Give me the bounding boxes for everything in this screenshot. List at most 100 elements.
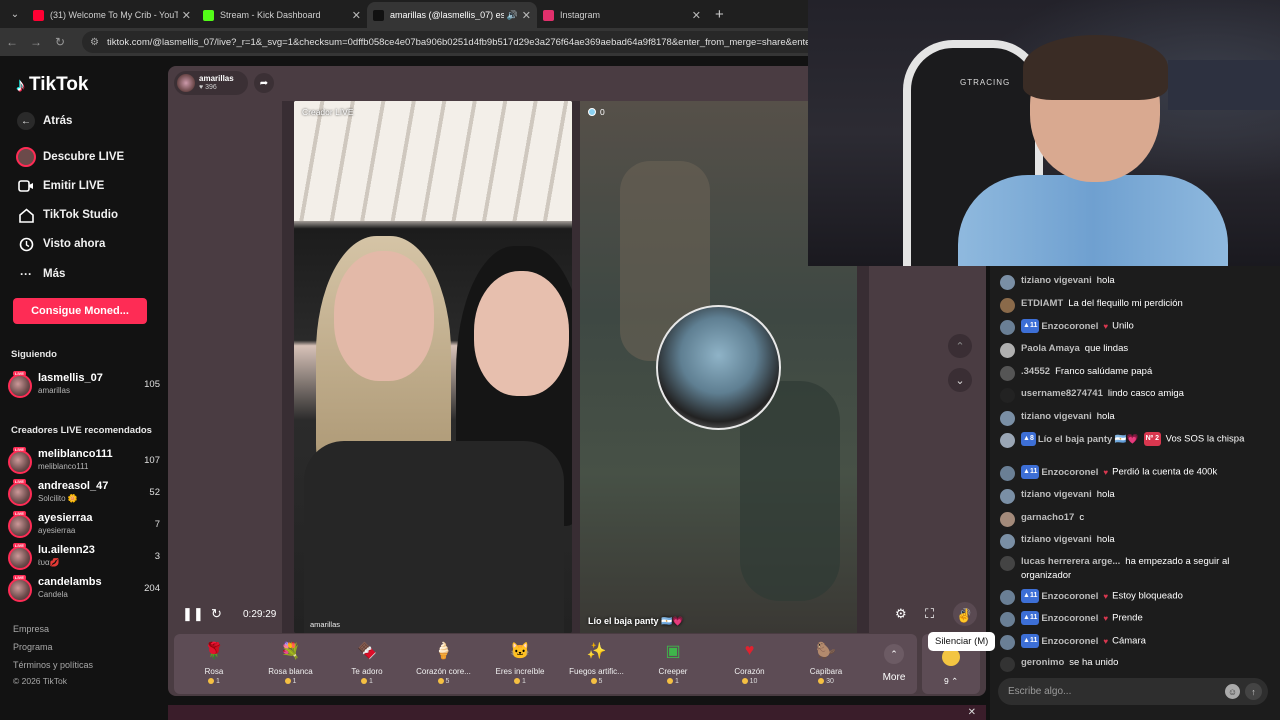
gift-item[interactable]: 🦫 Capibara 30 [788, 640, 864, 685]
nav-descubre-live[interactable]: Descubre LIVE [16, 147, 124, 167]
recommended-creator[interactable]: LIVE ayesierraa ayesierraa 7 [8, 511, 160, 542]
back-arrow-icon[interactable]: ← [0, 35, 24, 49]
chevron-down-icon[interactable]: ⌄ [948, 368, 972, 392]
close-icon[interactable]: ✕ [968, 707, 976, 718]
chat-input[interactable]: Escribe algo... ☺ ↑ [998, 678, 1268, 705]
gift-item[interactable]: 🍫 Te adoro 1 [329, 640, 405, 685]
back-link[interactable]: ← Atrás [16, 111, 72, 131]
chat-username[interactable]: Lío el baja panty 🇦🇷💗 [1038, 434, 1139, 445]
chat-username[interactable]: tiziano vigevani [1021, 534, 1092, 545]
avatar[interactable] [1000, 466, 1015, 481]
gift-item[interactable]: ✨ Fuegos artific... 5 [559, 640, 635, 685]
gift-item[interactable]: ▣ Creeper 1 [635, 640, 711, 685]
avatar[interactable] [1000, 489, 1015, 504]
nav-mas[interactable]: ··· Más [16, 264, 65, 284]
chat-username[interactable]: Paola Amaya [1021, 343, 1080, 354]
following-item[interactable]: LIVE lasmellis_07 amarillas 105 [8, 371, 160, 402]
avatar[interactable] [1000, 556, 1015, 571]
chat-username[interactable]: Enzocoronel [1041, 613, 1098, 624]
fullscreen-icon[interactable]: ⛶ [925, 606, 934, 622]
send-icon[interactable]: ↑ [1245, 683, 1262, 700]
heart-icon: ♥ [1103, 321, 1109, 331]
footer-terms[interactable]: Términos y políticas [13, 660, 93, 670]
emoji-icon[interactable]: ☺ [1225, 684, 1240, 699]
chat-username[interactable]: lucas herrerera arge... [1021, 556, 1120, 567]
gift-item[interactable]: ♥ Corazón 10 [712, 640, 788, 685]
level-badge-value: 11 [1029, 637, 1038, 644]
gift-price-value: 1 [216, 678, 220, 685]
avatar[interactable] [1000, 612, 1015, 627]
chat-username[interactable]: Enzocoronel [1041, 636, 1098, 647]
forward-arrow-icon[interactable]: → [24, 35, 48, 49]
avatar[interactable] [1000, 366, 1015, 381]
get-coins-button[interactable]: Consigue Moned... [13, 298, 147, 324]
share-icon[interactable]: ➦ [254, 73, 274, 93]
tab-title: Instagram [560, 10, 601, 20]
chevron-up-icon[interactable]: ⌃ [948, 334, 972, 358]
nav-visto-ahora[interactable]: Visto ahora [16, 234, 105, 254]
chat-username[interactable]: .34552 [1021, 366, 1050, 377]
reload-icon[interactable]: ↻ [48, 35, 72, 49]
avatar[interactable] [1000, 388, 1015, 403]
gift-item[interactable]: 🌹 Rosa 1 [176, 640, 252, 685]
avatar[interactable] [1000, 635, 1015, 650]
nav-tiktok-studio[interactable]: TikTok Studio [16, 205, 118, 225]
avatar[interactable] [1000, 298, 1015, 313]
nav-emitir-live[interactable]: Emitir LIVE [16, 176, 104, 196]
settings-icon[interactable]: ⚙ [895, 606, 907, 622]
new-tab-button[interactable]: + [715, 6, 724, 23]
gift-name: Rosa [204, 667, 224, 676]
tab-search-button[interactable]: ⌄ [3, 4, 27, 24]
recommended-creator[interactable]: LIVE lu.ailenn23 ℓυα💋 3 [8, 543, 160, 574]
browser-tab[interactable]: Stream - Kick Dashboard ✕ [197, 2, 367, 28]
more-gifts-button[interactable]: ⌃ More [874, 644, 914, 683]
avatar[interactable] [1000, 657, 1015, 672]
chat-username[interactable]: garnacho17 [1021, 512, 1074, 523]
close-icon[interactable]: ✕ [182, 9, 191, 22]
close-icon[interactable]: ✕ [352, 9, 361, 22]
pause-icon[interactable]: ❚❚ [182, 606, 204, 622]
close-icon[interactable]: ✕ [522, 9, 531, 22]
tiktok-logo[interactable]: ♪ TikTok [16, 74, 88, 96]
chat-username[interactable]: Enzocoronel [1041, 467, 1098, 478]
site-info-icon[interactable]: ⚙ [90, 37, 99, 48]
guest-name[interactable]: Lío el baja panty 🇦🇷💗 [588, 616, 683, 627]
avatar [177, 74, 195, 92]
avatar[interactable] [1000, 512, 1015, 527]
chat-message: ▲11 Enzocoronel ♥ Unilo [1000, 319, 1270, 335]
browser-tab[interactable]: amarillas (@lasmellis_07) es... 🔊 ✕ [367, 2, 537, 28]
avatar[interactable] [1000, 275, 1015, 290]
browser-tab[interactable]: Instagram ✕ [537, 2, 707, 28]
close-icon[interactable]: ✕ [692, 9, 701, 22]
avatar[interactable] [1000, 433, 1015, 448]
chat-username[interactable]: Enzocoronel [1041, 591, 1098, 602]
chat-username[interactable]: username8274741 [1021, 388, 1103, 399]
footer-empresa[interactable]: Empresa [13, 624, 49, 634]
recommended-creator[interactable]: LIVE andreasol_47 Solcilito 🌼 52 [8, 479, 160, 510]
avatar[interactable] [1000, 343, 1015, 358]
speaker-icon[interactable]: 🔊 [507, 10, 518, 21]
chat-username[interactable]: tiziano vigevani [1021, 275, 1092, 286]
recommended-creator[interactable]: LIVE meliblanco111 meliblanco111 107 [8, 447, 160, 478]
recommended-creator[interactable]: LIVE candelambs Candela 204 [8, 575, 160, 606]
guest-avatar[interactable] [656, 305, 781, 430]
chat-message: .34552 Franco salúdame papá [1000, 365, 1270, 381]
footer-programa[interactable]: Programa [13, 642, 53, 652]
chat-username[interactable]: geronimo [1021, 657, 1064, 668]
gift-item[interactable]: 🍦 Corazón core... 5 [406, 640, 482, 685]
host-chip[interactable]: amarillas ♥ 396 [174, 71, 248, 95]
chat-text: c [1079, 512, 1085, 523]
gift-item[interactable]: 🐱 Eres increíble 1 [482, 640, 558, 685]
avatar[interactable] [1000, 590, 1015, 605]
chat-username[interactable]: tiziano vigevani [1021, 489, 1092, 500]
refresh-icon[interactable]: ↻ [211, 606, 222, 622]
creator-name: andreasol_47 [38, 480, 109, 492]
avatar[interactable] [1000, 411, 1015, 426]
avatar[interactable] [1000, 320, 1015, 335]
chat-username[interactable]: Enzocoronel [1041, 321, 1098, 332]
gift-item[interactable]: 💐 Rosa blanca 1 [253, 640, 329, 685]
browser-tab[interactable]: (31) Welcome To My Crib - YouTube ✕ [27, 2, 197, 28]
chat-username[interactable]: ETDIAMT [1021, 298, 1063, 309]
avatar[interactable] [1000, 534, 1015, 549]
chat-username[interactable]: tiziano vigevani [1021, 411, 1092, 422]
